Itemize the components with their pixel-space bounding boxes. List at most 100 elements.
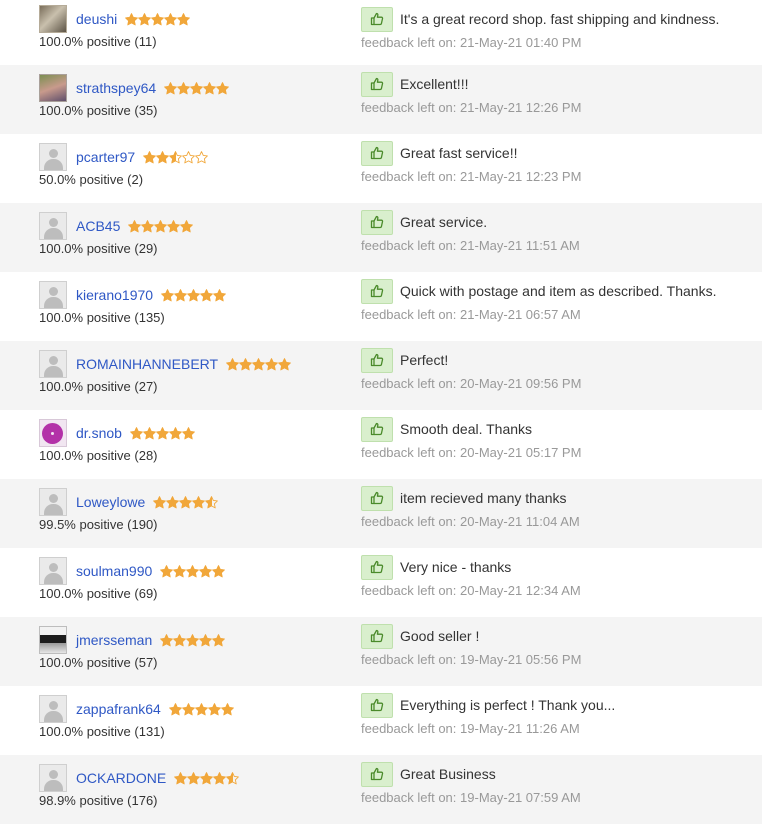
star-icon [199,633,213,647]
feedback-comment-line: Excellent!!! [361,71,581,97]
feedback-comment: Perfect! [400,352,449,368]
feedback-comment-line: Smooth deal. Thanks [361,416,581,442]
buyer-rating-stars [130,426,195,440]
feedback-comment: Everything is perfect ! Thank you... [400,697,616,713]
feedback-date-prefix: feedback left on: [361,721,457,736]
feedback-date-prefix: feedback left on: [361,445,457,460]
user-avatar[interactable] [39,419,67,447]
buyer-username-link[interactable]: deushi [76,11,117,27]
user-avatar[interactable] [39,74,67,102]
buyer-username-link[interactable]: zappafrank64 [76,701,161,717]
buyer-info: ROMAINHANNEBERT 100.0% positive (27) [39,350,291,394]
feedback-list: deushi 100.0% positive (11) It's a great… [0,0,762,824]
user-avatar[interactable] [39,626,67,654]
feedback-row: pcarter97 50.0% positive (2) Great fast … [0,134,762,203]
star-icon [174,771,188,785]
buyer-rating-stars [143,150,209,164]
feedback-date: feedback left on: 20-May-21 05:17 PM [361,445,581,460]
star-icon [164,12,178,26]
feedback-row: strathspey64 100.0% positive (35) Excell… [0,65,762,134]
buyer-username-link[interactable]: dr.snob [76,425,122,441]
buyer-info: OCKARDONE 98.9% positive (176) [39,764,240,808]
buyer-line: ACB45 [39,212,194,240]
buyer-rating-stars [128,219,194,233]
user-avatar[interactable] [39,5,67,33]
buyer-username-link[interactable]: ROMAINHANNEBERT [76,356,218,372]
star-icon [212,564,226,578]
buyer-line: ROMAINHANNEBERT [39,350,291,378]
feedback-info: Excellent!!! feedback left on: 21-May-21… [361,71,581,115]
feedback-comment: Excellent!!! [400,76,469,92]
feedback-comment-line: Great Business [361,761,581,787]
feedback-date-value: 20-May-21 05:17 PM [460,445,582,460]
star-icon [239,357,252,371]
buyer-rating-stars [161,288,226,302]
buyer-line: Loweylowe [39,488,219,516]
buyer-username-link[interactable]: pcarter97 [76,149,135,165]
feedback-date-prefix: feedback left on: [361,376,457,391]
star-icon [192,495,206,509]
star-icon [151,12,165,26]
star-icon [213,288,226,302]
feedback-info: Quick with postage and item as described… [361,278,716,322]
buyer-username-link[interactable]: jmersseman [76,632,152,648]
star-icon [187,288,200,302]
buyer-username-link[interactable]: soulman990 [76,563,152,579]
star-icon [156,150,170,164]
feedback-info: Great fast service!! feedback left on: 2… [361,140,581,184]
user-avatar-icon[interactable] [39,764,67,792]
user-avatar-icon[interactable] [39,350,67,378]
feedback-info: Smooth deal. Thanks feedback left on: 20… [361,416,581,460]
buyer-info: deushi 100.0% positive (11) [39,5,191,49]
buyer-line: soulman990 [39,557,226,585]
feedback-comment-line: item recieved many thanks [361,485,580,511]
star-icon [143,150,157,164]
user-avatar-icon[interactable] [39,212,67,240]
buyer-line: strathspey64 [39,74,230,102]
star-icon [226,771,240,785]
buyer-rating-stars [168,702,234,716]
feedback-comment-line: Great service. [361,209,580,235]
thumbs-up-icon [361,692,393,718]
user-avatar-icon[interactable] [39,695,67,723]
buyer-username-link[interactable]: Loweylowe [76,494,145,510]
buyer-rating-stars [125,12,191,26]
feedback-date-value: 19-May-21 05:56 PM [460,652,582,667]
buyer-username-link[interactable]: OCKARDONE [76,770,166,786]
buyer-info: pcarter97 50.0% positive (2) [39,143,209,187]
feedback-info: Everything is perfect ! Thank you... fee… [361,692,615,736]
user-avatar-icon[interactable] [39,488,67,516]
thumbs-up-icon [361,71,393,97]
star-icon [179,495,193,509]
star-icon [143,426,156,440]
feedback-comment: Great fast service!! [400,145,518,161]
user-avatar-icon[interactable] [39,281,67,309]
user-avatar-icon[interactable] [39,143,67,171]
feedback-info: Very nice - thanks feedback left on: 20-… [361,554,581,598]
buyer-info: kierano1970 100.0% positive (135) [39,281,226,325]
star-icon [213,771,227,785]
buyer-username-link[interactable]: strathspey64 [76,80,156,96]
star-icon [180,219,194,233]
buyer-positive-rating: 100.0% positive (131) [39,724,165,739]
feedback-date: feedback left on: 19-May-21 05:56 PM [361,652,581,667]
star-icon [174,288,187,302]
thumbs-up-icon [361,209,393,235]
buyer-positive-rating: 100.0% positive (57) [39,655,158,670]
feedback-comment-line: Great fast service!! [361,140,581,166]
star-icon [205,495,219,509]
buyer-username-link[interactable]: ACB45 [76,218,120,234]
star-icon [138,12,152,26]
buyer-info: zappafrank64 100.0% positive (131) [39,695,234,739]
user-avatar-icon[interactable] [39,557,67,585]
star-icon [130,426,143,440]
feedback-date-prefix: feedback left on: [361,652,457,667]
buyer-line: kierano1970 [39,281,226,309]
buyer-info: strathspey64 100.0% positive (35) [39,74,230,118]
buyer-username-link[interactable]: kierano1970 [76,287,153,303]
star-icon [141,219,155,233]
buyer-positive-rating: 100.0% positive (28) [39,448,158,463]
star-icon [181,702,195,716]
feedback-date-value: 20-May-21 12:34 AM [460,583,581,598]
thumbs-up-icon [361,278,393,304]
